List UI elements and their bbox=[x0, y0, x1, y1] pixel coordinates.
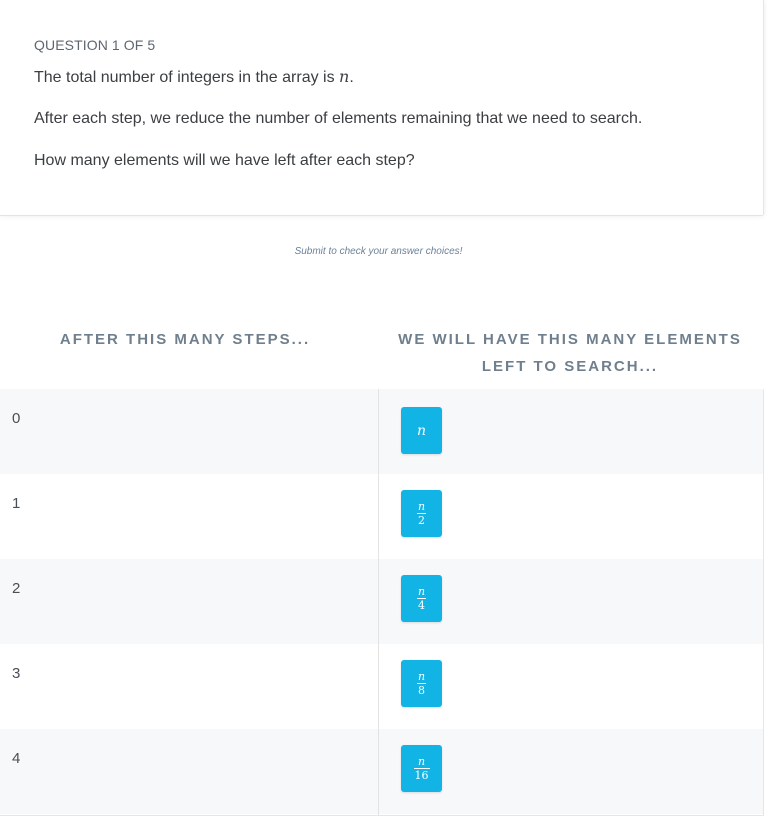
fraction-numerator: n bbox=[417, 755, 426, 768]
fraction-numerator: n bbox=[417, 500, 426, 513]
column-separator bbox=[378, 389, 379, 815]
step-count: 0 bbox=[12, 410, 21, 427]
table-row: 4 bbox=[0, 729, 763, 814]
variable-n: n bbox=[339, 67, 350, 86]
table-row: 0 bbox=[0, 389, 763, 474]
fraction-numerator: n bbox=[417, 585, 426, 598]
fraction-denominator: 4 bbox=[418, 599, 425, 612]
fraction: n 16 bbox=[413, 755, 430, 782]
answer-tile-n-over-8[interactable]: n 8 bbox=[401, 660, 442, 707]
left-column-header: AFTER THIS MANY STEPS... bbox=[59, 331, 311, 348]
step-count: 2 bbox=[12, 580, 21, 597]
step-count: 1 bbox=[12, 495, 21, 512]
fraction-denominator: 2 bbox=[418, 514, 425, 527]
question-counter: QUESTION 1 OF 5 bbox=[34, 37, 156, 53]
fraction-numerator: n bbox=[417, 670, 426, 683]
fraction: n 8 bbox=[416, 670, 427, 697]
step-count: 4 bbox=[12, 750, 21, 767]
question-line-1-end: . bbox=[349, 69, 354, 86]
answer-tile-n-over-4[interactable]: n 4 bbox=[401, 575, 442, 622]
answer-value: n bbox=[416, 422, 427, 439]
question-line-3: How many elements will we have left afte… bbox=[34, 152, 415, 169]
right-header-line-1: WE WILL HAVE THIS MANY ELEMENTS bbox=[398, 331, 742, 348]
answer-tile-n[interactable]: n bbox=[401, 407, 442, 454]
table-row: 3 bbox=[0, 644, 763, 729]
right-column-header: WE WILL HAVE THIS MANY ELEMENTS LEFT TO … bbox=[380, 326, 760, 380]
fraction-denominator: 16 bbox=[414, 769, 429, 782]
answer-tile-n-over-2[interactable]: n 2 bbox=[401, 490, 442, 537]
right-header-line-2: LEFT TO SEARCH... bbox=[481, 358, 659, 375]
submit-hint: Submit to check your answer choices! bbox=[294, 246, 463, 257]
table-row: 1 bbox=[0, 474, 763, 559]
question-line-1: The total number of integers in the arra… bbox=[34, 67, 354, 87]
question-line-1-text: The total number of integers in the arra… bbox=[34, 69, 340, 86]
steps-table: 0 1 2 3 4 bbox=[0, 389, 764, 816]
question-card: QUESTION 1 OF 5 The total number of inte… bbox=[0, 0, 764, 215]
fraction: n 2 bbox=[416, 500, 427, 527]
answer-tile-n-over-16[interactable]: n 16 bbox=[401, 745, 442, 792]
table-row: 2 bbox=[0, 559, 763, 644]
step-count: 3 bbox=[12, 665, 21, 682]
fraction-denominator: 8 bbox=[418, 684, 425, 697]
question-line-2: After each step, we reduce the number of… bbox=[34, 110, 643, 127]
divider bbox=[0, 215, 763, 216]
fraction: n 4 bbox=[416, 585, 427, 612]
